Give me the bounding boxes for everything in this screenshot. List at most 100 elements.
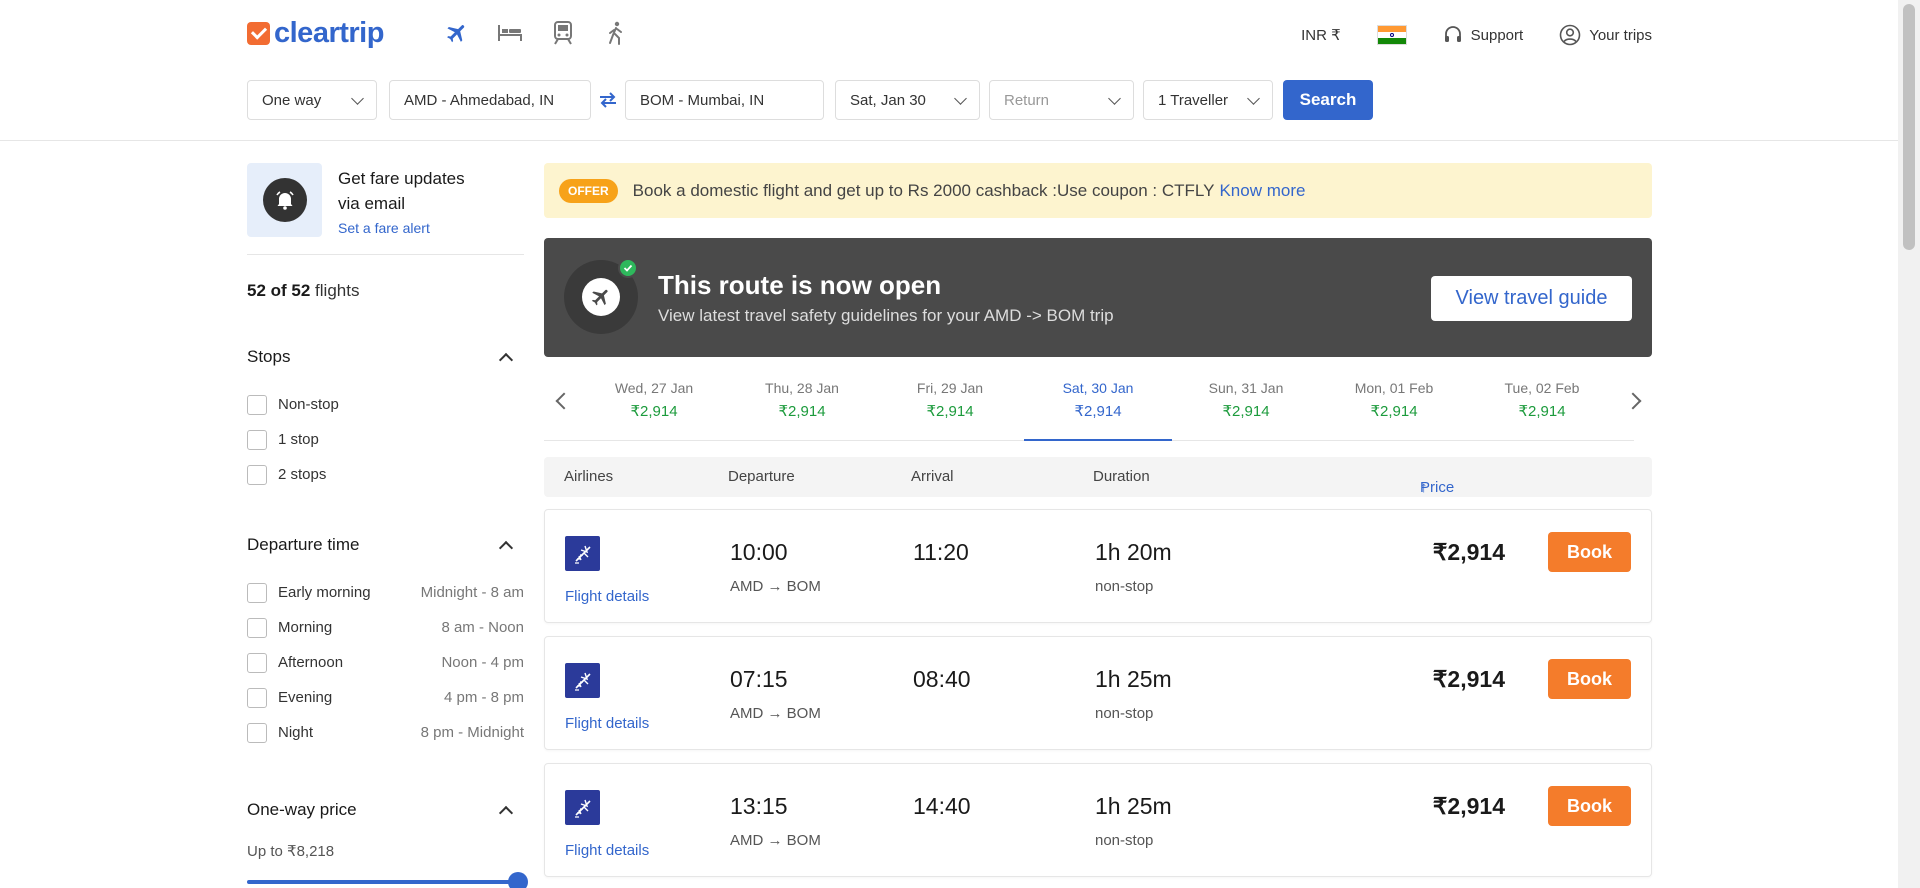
date-tab[interactable]: Thu, 28 Jan ₹2,914 <box>728 366 876 441</box>
stops-option-label: Non-stop <box>278 396 339 413</box>
date-tab-day: Tue, 02 Feb <box>1504 380 1580 396</box>
book-button[interactable]: Book <box>1548 532 1631 572</box>
col-duration[interactable]: Duration <box>1093 468 1150 485</box>
departure-option-range: 8 pm - Midnight <box>420 724 524 741</box>
stops-option[interactable]: Non-stop <box>247 387 524 422</box>
date-tab[interactable]: Tue, 02 Feb ₹2,914 <box>1468 366 1616 441</box>
departure-option[interactable]: Night 8 pm - Midnight <box>247 715 524 750</box>
date-tab[interactable]: Mon, 01 Feb ₹2,914 <box>1320 366 1468 441</box>
flight-list: Flight details 10:00 AMD → BOM 11:20 1h 20m n… <box>544 509 1652 877</box>
train-icon[interactable] <box>550 20 576 46</box>
support-link[interactable]: Support <box>1443 25 1523 45</box>
india-flag-icon[interactable] <box>1376 25 1407 45</box>
flight-icon[interactable] <box>444 20 470 46</box>
price-slider-handle[interactable] <box>508 872 528 888</box>
return-date-field[interactable]: Return <box>989 80 1134 120</box>
price-filter-header[interactable]: One-way price <box>247 800 524 821</box>
chevron-down-icon <box>351 91 364 105</box>
checkbox[interactable] <box>247 429 267 450</box>
date-tab[interactable]: Fri, 29 Jan ₹2,914 <box>876 366 1024 441</box>
trip-type-select[interactable]: One way <box>247 80 377 120</box>
date-tab[interactable]: Sat, 30 Jan ₹2,914 <box>1024 366 1172 441</box>
activities-icon[interactable] <box>603 20 629 46</box>
your-trips-link[interactable]: Your trips <box>1559 24 1652 46</box>
flight-count-number: 52 of 52 <box>247 281 311 300</box>
search-button[interactable]: Search <box>1283 80 1373 120</box>
date-tab[interactable]: Sun, 31 Jan ₹2,914 <box>1172 366 1320 441</box>
stops-info: non-stop <box>1095 578 1154 595</box>
col-arrival[interactable]: Arrival <box>911 468 954 485</box>
currency-selector[interactable]: INR ₹ <box>1301 26 1341 44</box>
depart-date-field[interactable]: Sat, Jan 30 <box>835 80 980 120</box>
offer-know-more-link[interactable]: Know more <box>1219 181 1305 201</box>
duration: 1h 25m <box>1095 666 1172 692</box>
plane-icon <box>582 278 620 316</box>
col-departure[interactable]: Departure <box>728 468 795 485</box>
col-airlines[interactable]: Airlines <box>564 468 613 485</box>
price-filter-title: One-way price <box>247 800 357 819</box>
date-tab[interactable]: Wed, 27 Jan ₹2,914 <box>580 366 728 441</box>
flight-row[interactable]: Flight details 07:15 AMD → BOM 08:40 1h 25m n… <box>544 636 1652 750</box>
flight-details-link[interactable]: Flight details <box>565 715 649 732</box>
date-items: Wed, 27 Jan ₹2,914 Thu, 28 Jan ₹2,914 Fri, 2… <box>580 366 1616 441</box>
chevron-right-icon[interactable] <box>1624 392 1642 410</box>
flight-details-link[interactable]: Flight details <box>565 588 649 605</box>
flight-details-link[interactable]: Flight details <box>565 842 649 859</box>
route-subtitle: View latest travel safety guidelines for… <box>658 306 1114 325</box>
scrollbar[interactable] <box>1898 0 1920 888</box>
logo-text: cleartrip <box>274 17 384 49</box>
fare-alert-card: Get fare updates via email Set a fare ale… <box>247 163 524 255</box>
stops-filter: Stops Non-stop 1 stop 2 stops <box>247 347 524 492</box>
from-field[interactable]: AMD - Ahmedabad, IN <box>389 80 591 120</box>
set-fare-alert-link[interactable]: Set a fare alert <box>338 220 465 236</box>
departure-option-label: Morning <box>278 619 333 636</box>
price-slider[interactable] <box>247 872 528 888</box>
date-tab-day: Fri, 29 Jan <box>916 380 984 396</box>
product-nav <box>444 20 629 46</box>
arrival-time: 08:40 <box>913 666 971 692</box>
return-date-placeholder: Return <box>1004 91 1050 109</box>
stops-option[interactable]: 1 stop <box>247 422 524 457</box>
departure-time: 10:00 <box>730 539 788 565</box>
departure-option[interactable]: Afternoon Noon - 4 pm <box>247 645 524 680</box>
travellers-select[interactable]: 1 Traveller <box>1143 80 1273 120</box>
stops-filter-header[interactable]: Stops <box>247 347 524 368</box>
results-table-header: Airlines Departure Arrival Duration Pric… <box>544 457 1652 497</box>
checkbox[interactable] <box>247 464 267 485</box>
date-strip: Wed, 27 Jan ₹2,914 Thu, 28 Jan ₹2,914 Fri, 2… <box>544 366 1642 441</box>
flight-row[interactable]: Flight details 10:00 AMD → BOM 11:20 1h 20m n… <box>544 509 1652 623</box>
checkbox[interactable] <box>247 394 267 415</box>
logo[interactable]: cleartrip <box>247 17 384 50</box>
hotel-icon[interactable] <box>497 20 523 46</box>
checkbox[interactable] <box>247 582 267 603</box>
checkbox[interactable] <box>247 652 267 673</box>
checkbox[interactable] <box>247 617 267 638</box>
departure-filter-header[interactable]: Departure time <box>247 535 524 556</box>
book-button[interactable]: Book <box>1548 786 1631 826</box>
stops-filter-title: Stops <box>247 347 291 366</box>
departure-option[interactable]: Early morning Midnight - 8 am <box>247 575 524 610</box>
stops-info: non-stop <box>1095 832 1154 849</box>
checkbox[interactable] <box>247 722 267 743</box>
stops-option[interactable]: 2 stops <box>247 457 524 492</box>
to-field[interactable]: BOM - Mumbai, IN <box>625 80 824 120</box>
departure-option-range: Noon - 4 pm <box>441 654 524 671</box>
checkbox[interactable] <box>247 687 267 708</box>
swap-icon[interactable] <box>591 80 625 120</box>
book-button[interactable]: Book <box>1548 659 1631 699</box>
fare-alert-text: Get fare updates via email Set a fare ale… <box>338 163 465 237</box>
chevron-left-icon[interactable] <box>555 392 573 410</box>
departure-option-label: Evening <box>278 689 333 706</box>
stops-option-label: 2 stops <box>278 466 327 483</box>
departure-option[interactable]: Evening 4 pm - 8 pm <box>247 680 524 715</box>
view-travel-guide-button[interactable]: View travel guide <box>1431 276 1632 321</box>
departure-option[interactable]: Morning 8 am - Noon <box>247 610 524 645</box>
date-tab-price: ₹2,914 <box>778 403 826 420</box>
chevron-down-icon <box>1108 91 1121 105</box>
flight-row[interactable]: Flight details 13:15 AMD → BOM 14:40 1h 25m n… <box>544 763 1652 877</box>
chevron-down-icon <box>1247 91 1260 105</box>
arrival-time: 11:20 <box>913 539 969 565</box>
price-upto-label: Up to ₹8,218 <box>247 843 335 860</box>
route-codes: AMD → BOM <box>730 832 821 849</box>
scrollbar-thumb[interactable] <box>1903 4 1915 250</box>
